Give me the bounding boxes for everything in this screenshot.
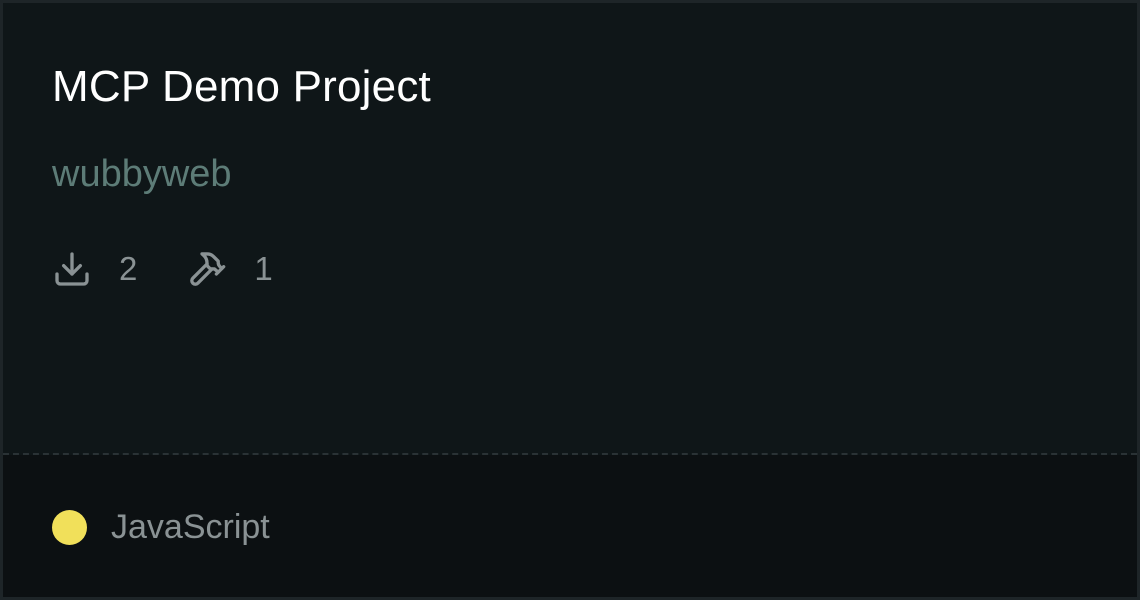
download-icon	[52, 249, 92, 289]
language-tag: JavaScript	[52, 505, 270, 549]
tools-stat: 1	[187, 247, 273, 291]
project-author[interactable]: wubbyweb	[52, 151, 232, 197]
downloads-stat: 2	[52, 247, 137, 291]
language-color-dot	[52, 509, 87, 545]
downloads-count: 2	[119, 250, 138, 287]
card-header: MCP Demo Project wubbyweb 2 1	[3, 3, 1137, 453]
project-stats: 2 1	[52, 247, 273, 291]
tools-count: 1	[254, 250, 273, 287]
language-name: JavaScript	[111, 508, 270, 546]
project-title[interactable]: MCP Demo Project	[52, 61, 431, 113]
card-footer: JavaScript	[3, 455, 1137, 597]
hammer-icon	[187, 249, 227, 289]
project-card[interactable]: MCP Demo Project wubbyweb 2 1 JavaScript	[0, 0, 1140, 600]
